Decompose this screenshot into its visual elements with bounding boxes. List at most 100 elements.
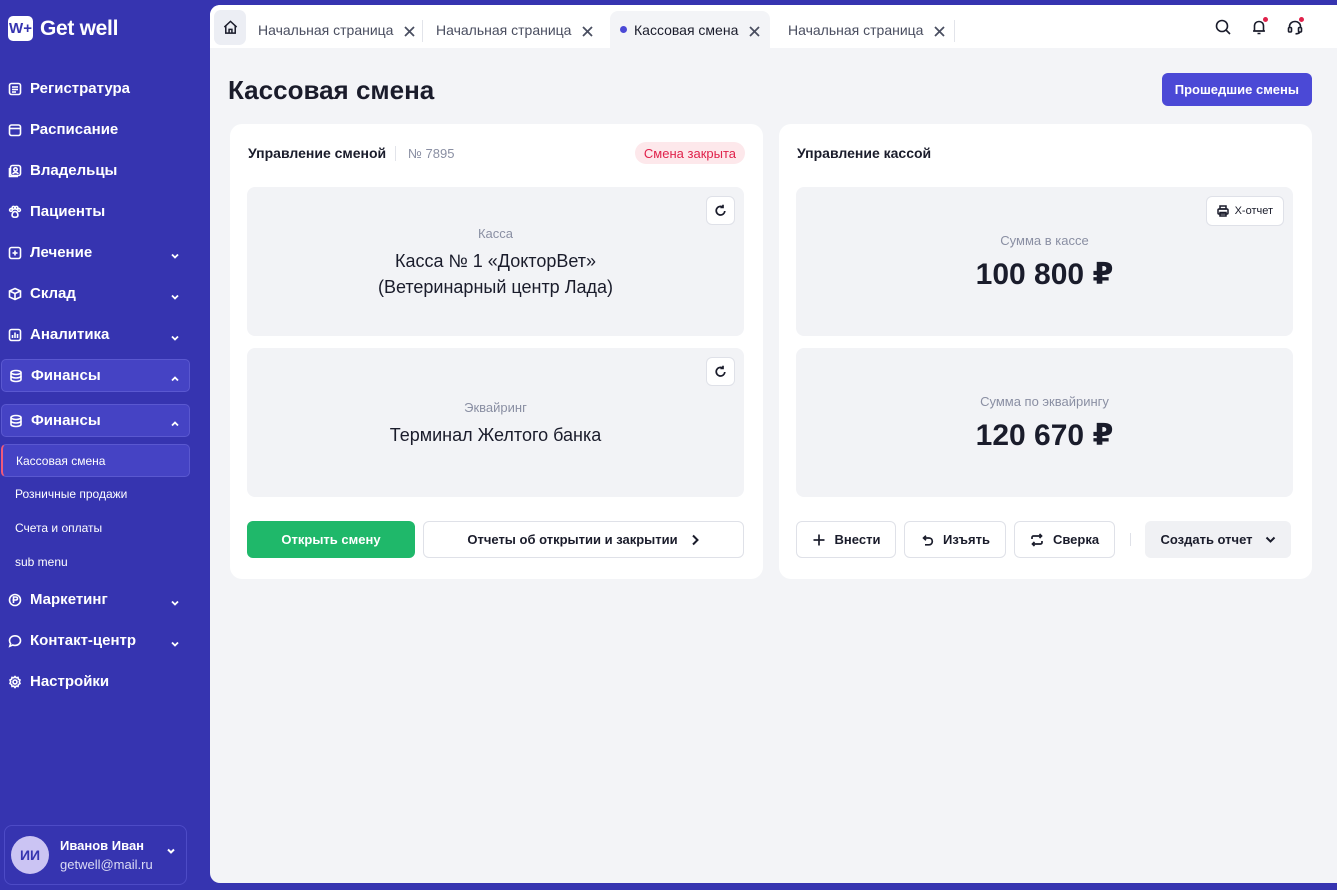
close-icon[interactable] [404,24,416,37]
sidebar-item-warehouse[interactable]: Склад [0,273,210,314]
chevron-up-icon [170,416,180,426]
card-title: Управление сменой [248,145,387,161]
owners-icon [8,164,22,178]
sidebar-item-label: Лечение [30,244,93,261]
submenu-item-retail-sales[interactable]: Розничные продажи [0,477,210,511]
sidebar-item-registry[interactable]: Регистратура [0,68,210,109]
tab-separator [422,20,423,42]
cash-sum-label: Сумма в кассе [1000,233,1089,248]
close-icon[interactable] [749,24,760,37]
sidebar-item-marketing[interactable]: Маркетинг [0,579,210,620]
sidebar-item-treatment[interactable]: Лечение [0,232,210,273]
acquiring-sum-value: 120 670 ₽ [975,419,1114,452]
support-headset-icon[interactable] [1286,16,1305,36]
refresh-icon [715,204,726,216]
avatar: ИИ [11,836,49,874]
tab-separator [954,20,955,42]
sidebar-item-label: Финансы [31,367,101,384]
main-nav: Регистратура Расписание Владельцы Пациен… [0,68,210,702]
status-badge: Смена закрыта [634,142,745,164]
user-profile-card[interactable]: ИИ Иванов Иван getwell@mail.ru [4,825,187,885]
support-badge [1298,16,1305,23]
refresh-button[interactable] [706,357,735,386]
chat-icon [8,634,22,648]
tab-home[interactable] [214,10,246,45]
register-name-line1: Касса № 1 «ДокторВет» [394,251,597,271]
past-shifts-button[interactable]: Прошедшие смены [1161,73,1312,106]
sidebar-item-label: Контакт-центр [30,632,137,649]
gear-icon [8,674,22,689]
button-divider [1130,533,1131,546]
sidebar-item-analytics[interactable]: Аналитика [0,314,210,355]
card-title: Управление кассой [797,145,932,161]
sidebar-item-finance-expanded[interactable]: Финансы [1,404,190,437]
deposit-button[interactable]: Внести [796,521,896,558]
tab-home-page-1[interactable]: Начальная страница [258,11,416,48]
submenu-item-sub-menu[interactable]: sub menu [0,545,210,579]
tab-home-page-3[interactable]: Начальная страница [788,11,946,48]
create-report-dropdown[interactable]: Создать отчет [1145,521,1291,558]
tab-bar: Начальная страница Начальная страница Ка… [210,5,1337,48]
user-info: Иванов Иван getwell@mail.ru [60,838,153,872]
acquiring-sum-label: Сумма по эквайрингу [980,394,1109,409]
chevron-down-icon [170,595,180,606]
button-label: Отчеты об открытии и закрытии [467,532,678,547]
acquiring-tile: Эквайринг Терминал Желтого банка [247,348,744,497]
sync-icon [1031,532,1043,547]
sidebar-item-contact-center[interactable]: Контакт-центр [0,620,210,661]
logo[interactable]: W+ Get well [8,16,118,41]
tab-label: Начальная страница [788,21,924,38]
tab-label: Начальная страница [258,21,394,38]
active-tab-dot [620,26,627,33]
register-icon [8,82,22,96]
acquiring-terminal: Терминал Желтого банка [389,425,602,445]
chevron-down-icon [170,636,180,647]
button-label: Внести [834,532,881,547]
sidebar-item-label: Расписание [30,121,119,138]
register-label: Касса [477,226,514,241]
sidebar-item-finance[interactable]: Финансы [1,359,190,392]
submenu-item-cash-shift[interactable]: Кассовая смена [1,444,190,477]
home-icon [223,20,237,34]
paw-icon [8,205,22,219]
tab-home-page-2[interactable]: Начальная страница [436,11,594,48]
button-label: Сверка [1052,532,1100,547]
reconcile-button[interactable]: Сверка [1014,521,1115,558]
app-name: Get well [40,16,119,40]
sidebar-item-label: Владельцы [30,162,118,179]
chevron-down-icon [170,248,180,259]
shift-management-card: Управление сменой № 7895 Смена закрыта К… [230,124,763,579]
withdraw-button[interactable]: Изъять [904,521,1006,558]
cash-sum-tile: X-отчет Сумма в кассе 100 800 ₽ [796,187,1293,336]
cash-management-card: Управление кассой X-отчет Сумма в кассе … [779,124,1312,579]
sidebar-item-schedule[interactable]: Расписание [0,109,210,150]
main-panel: Начальная страница Начальная страница Ка… [210,5,1337,883]
logo-mark: W+ [8,16,33,41]
chevron-down-icon [1265,536,1275,543]
refresh-button[interactable] [706,196,735,225]
chevron-up-icon [170,371,180,381]
sidebar-item-label: Финансы [31,412,101,429]
tab-cash-shift[interactable]: Кассовая смена [610,11,771,48]
button-label: X-отчет [1234,205,1273,217]
sidebar-item-patients[interactable]: Пациенты [0,191,210,232]
open-close-reports-button[interactable]: Отчеты об открытии и закрытии [423,521,744,558]
open-shift-button[interactable]: Открыть смену [247,521,415,558]
chevron-down-icon[interactable] [166,843,176,854]
sidebar-item-label: Пациенты [30,203,106,220]
calendar-icon [8,123,22,137]
close-icon[interactable] [934,24,946,37]
sidebar-item-settings[interactable]: Настройки [0,661,210,702]
tab-label: Кассовая смена [634,21,739,38]
x-report-button[interactable]: X-отчет [1205,196,1284,226]
submenu-item-invoices[interactable]: Счета и оплаты [0,511,210,545]
bell-icon[interactable] [1250,16,1269,36]
sidebar-item-owners[interactable]: Владельцы [0,150,210,191]
ruble-circle-icon [8,593,22,607]
user-email: getwell@mail.ru [60,857,153,872]
undo-icon [922,534,934,546]
search-icon[interactable] [1214,18,1232,36]
tab-label: Начальная страница [436,21,572,38]
close-icon[interactable] [582,24,594,37]
sidebar-item-label: Склад [30,285,76,302]
